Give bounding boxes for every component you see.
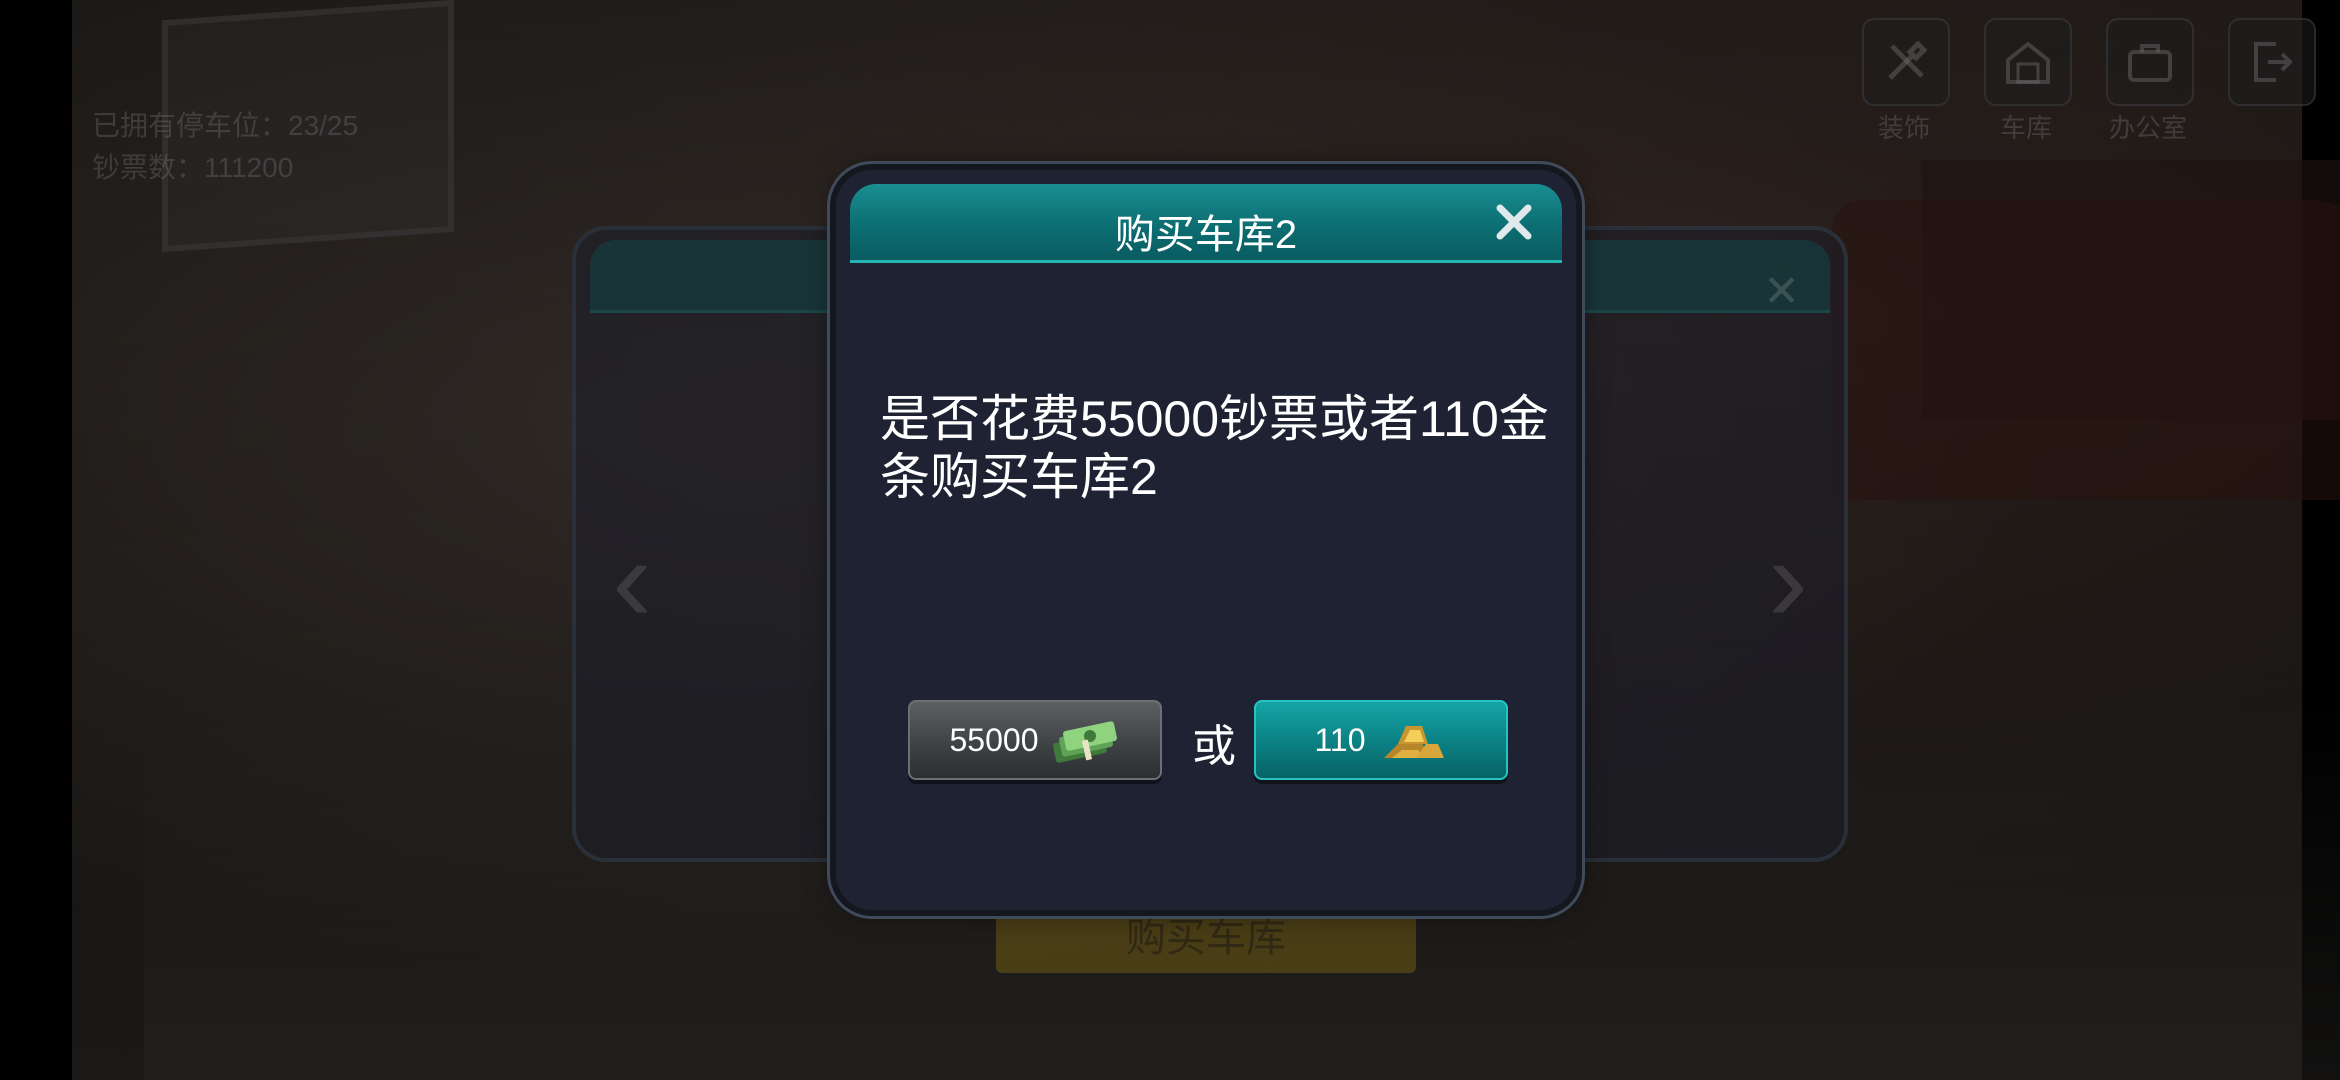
close-icon <box>1496 204 1532 240</box>
next-arrow-icon[interactable]: › <box>1768 520 1808 640</box>
decorate-label: 装饰 <box>1877 113 1930 143</box>
exit-icon <box>2254 42 2293 82</box>
tools-icon <box>1888 40 1928 80</box>
garage-icon <box>2006 41 2050 84</box>
decorate-button[interactable] <box>1862 18 1950 106</box>
exit-button[interactable] <box>2228 18 2316 106</box>
previous-arrow-icon[interactable]: ‹ <box>612 520 652 640</box>
office-button[interactable] <box>2106 18 2194 106</box>
dialog-header: 购买车库2 <box>850 184 1562 263</box>
dialog-message: 是否花费55000钞票或者110金条购买车库2 <box>880 391 1549 505</box>
garage-count-text: 已拥有停车位：23/25 <box>92 110 359 141</box>
garage-button[interactable] <box>1984 18 2072 106</box>
dialog-close-button[interactable] <box>1490 198 1538 246</box>
gold-bar-icon <box>1383 726 1444 758</box>
or-label: 或 <box>1192 722 1236 771</box>
garage-panel-close-icon[interactable]: ✕ <box>1763 270 1800 314</box>
cash-price: 55000 <box>949 721 1039 758</box>
gold-price: 110 <box>1314 721 1366 758</box>
cash-stack-icon <box>1053 721 1118 763</box>
money-text: 钞票数：111200 <box>92 152 294 183</box>
purchase-dialog: 购买车库2 是否花费55000钞票或者110金条购买车库2 55000 或 11… <box>836 170 1576 910</box>
office-label: 办公室 <box>2108 113 2187 143</box>
pay-cash-button[interactable]: 55000 <box>908 700 1162 780</box>
garage-label: 车库 <box>1999 113 2052 143</box>
pay-gold-button[interactable]: 110 <box>1254 700 1508 780</box>
background-car <box>1832 200 2340 500</box>
briefcase-icon <box>2128 44 2172 82</box>
dialog-title: 购买车库2 <box>1114 213 1298 257</box>
